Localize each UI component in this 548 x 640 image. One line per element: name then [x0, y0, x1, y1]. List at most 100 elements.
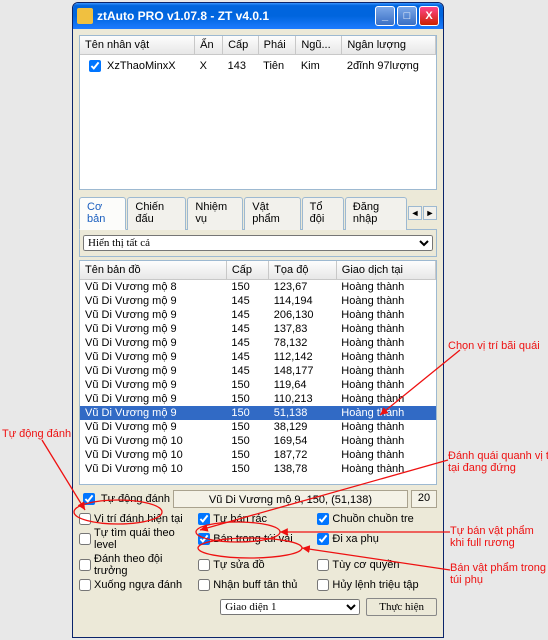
cell: Hoàng thành: [336, 392, 435, 406]
character-row[interactable]: XzThaoMinxXX143TiênKim2đĩnh 97lượng: [80, 55, 436, 78]
layout-select[interactable]: Giao diện 1: [220, 599, 360, 615]
option-checkbox[interactable]: Đi xa phụ: [317, 526, 436, 552]
cell: Vũ Di Vương mộ 9: [80, 392, 226, 406]
character-checkbox[interactable]: [89, 60, 101, 72]
minimize-button[interactable]: _: [375, 6, 395, 26]
tab-nhiệm-vụ[interactable]: Nhiệm vụ: [187, 197, 243, 230]
map-row[interactable]: Vũ Di Vương mộ 915051,138Hoàng thành: [80, 406, 436, 420]
cell: Vũ Di Vương mộ 9: [80, 336, 226, 350]
map-grid[interactable]: Tên bản đồCấpTọa độGiao dịch tại Vũ Di V…: [79, 260, 437, 485]
cell: Vũ Di Vương mộ 8: [80, 280, 226, 295]
column-header[interactable]: Tọa độ: [269, 261, 337, 280]
option-checkbox[interactable]: Chuồn chuồn tre: [317, 512, 436, 526]
map-row[interactable]: Vũ Di Vương mộ 9150119,64Hoàng thành: [80, 378, 436, 392]
cell: 145: [226, 364, 268, 378]
tab-scroll-arrow[interactable]: ◄: [408, 206, 422, 220]
titlebar[interactable]: ztAuto PRO v1.07.8 - ZT v4.0.1 _ □ X: [73, 3, 443, 29]
map-row[interactable]: Vũ Di Vương mộ 9145148,177Hoàng thành: [80, 364, 436, 378]
column-header[interactable]: Ẩn: [195, 36, 223, 55]
cell: 150: [226, 392, 268, 406]
column-header[interactable]: Giao dịch tại: [336, 261, 435, 280]
cell: 169,54: [269, 434, 337, 448]
tab-cơ-bản[interactable]: Cơ bản: [79, 197, 126, 230]
cell: 143: [223, 55, 259, 78]
map-row[interactable]: Vũ Di Vương mộ 10150138,78Hoàng thành: [80, 462, 436, 476]
column-header[interactable]: Phái: [258, 36, 296, 55]
option-row: Tự tìm quái theo levelBán trong túi vảiĐ…: [79, 526, 437, 552]
cell: Hoàng thành: [336, 280, 435, 295]
cell: Hoàng thành: [336, 364, 435, 378]
column-header[interactable]: Cấp: [226, 261, 268, 280]
column-header[interactable]: Ngân lượng: [342, 36, 436, 55]
map-row[interactable]: Vũ Di Vương mộ 9145206,130Hoàng thành: [80, 308, 436, 322]
option-checkbox[interactable]: Xuống ngựa đánh: [79, 578, 198, 592]
annotation-text: Chọn vị trí bãi quái: [448, 340, 540, 352]
cell: 187,72: [269, 448, 337, 462]
execute-button[interactable]: Thực hiện: [366, 598, 437, 616]
option-checkbox[interactable]: Nhận buff tân thủ: [198, 578, 317, 592]
cell: 78,132: [269, 336, 337, 350]
tab-chiến-đấu[interactable]: Chiến đấu: [127, 197, 186, 230]
cell: 138,78: [269, 462, 337, 476]
cell: Vũ Di Vương mộ 9: [80, 378, 226, 392]
column-header[interactable]: Cấp: [223, 36, 259, 55]
map-row[interactable]: Vũ Di Vương mộ 915038,129Hoàng thành: [80, 420, 436, 434]
option-checkbox[interactable]: Bán trong túi vải: [198, 526, 317, 552]
tab-scroll-arrow[interactable]: ►: [423, 206, 437, 220]
cell: Vũ Di Vương mộ 9: [80, 308, 226, 322]
cell: 114,194: [269, 294, 337, 308]
range-value: 20: [411, 490, 437, 508]
cell: 150: [226, 462, 268, 476]
annotation-text: Tự bán vật phẩm khi full rương: [450, 525, 534, 549]
cell: 150: [226, 280, 268, 295]
map-row[interactable]: Vũ Di Vương mộ 914578,132Hoàng thành: [80, 336, 436, 350]
cell: Hoàng thành: [336, 448, 435, 462]
cell: Vũ Di Vương mộ 9: [80, 364, 226, 378]
cell: 145: [226, 294, 268, 308]
cell: 2đĩnh 97lượng: [342, 55, 436, 78]
cell: 148,177: [269, 364, 337, 378]
option-row: Vị trí đánh hiện tạiTự bán rácChuồn chuồ…: [79, 512, 437, 526]
option-row: Xuống ngựa đánhNhận buff tân thủHủy lệnh…: [79, 578, 437, 592]
cell: Tiên: [258, 55, 296, 78]
option-checkbox[interactable]: Tùy cơ quyền: [317, 552, 436, 578]
cell: Hoàng thành: [336, 350, 435, 364]
tab-vật-phẩm[interactable]: Vật phẩm: [244, 197, 300, 230]
auto-fight-checkbox[interactable]: Tự động đánh: [79, 490, 170, 508]
bottom-row: Giao diện 1 Thực hiện: [79, 598, 437, 616]
map-row[interactable]: Vũ Di Vương mộ 9150110,213Hoàng thành: [80, 392, 436, 406]
option-checkbox[interactable]: Tự tìm quái theo level: [79, 526, 198, 552]
cell: 150: [226, 406, 268, 420]
tab-tổ-đội[interactable]: Tổ đội: [302, 197, 344, 230]
filter-select[interactable]: Hiển thị tất cả: [83, 235, 433, 251]
option-checkbox[interactable]: Tự sửa đồ: [198, 552, 317, 578]
column-header[interactable]: Ngũ...: [296, 36, 342, 55]
map-row[interactable]: Vũ Di Vương mộ 9145112,142Hoàng thành: [80, 350, 436, 364]
cell: Hoàng thành: [336, 462, 435, 476]
option-checkbox[interactable]: Tự bán rác: [198, 512, 317, 526]
cell: 119,64: [269, 378, 337, 392]
close-button[interactable]: X: [419, 6, 439, 26]
option-checkbox[interactable]: Vị trí đánh hiện tại: [79, 512, 198, 526]
annotation-text: Bán vật phẩm trong túi phụ: [450, 562, 546, 586]
map-row[interactable]: Vũ Di Vương mộ 8150123,67Hoàng thành: [80, 280, 436, 295]
cell: Vũ Di Vương mộ 9: [80, 322, 226, 336]
character-grid[interactable]: Tên nhân vậtẨnCấpPháiNgũ...Ngân lượng Xz…: [79, 35, 437, 190]
map-row[interactable]: Vũ Di Vương mộ 10150169,54Hoàng thành: [80, 434, 436, 448]
map-row[interactable]: Vũ Di Vương mộ 9145114,194Hoàng thành: [80, 294, 436, 308]
option-checkbox[interactable]: Hủy lệnh triệu tập: [317, 578, 436, 592]
cell: Vũ Di Vương mộ 9: [80, 350, 226, 364]
cell: Hoàng thành: [336, 322, 435, 336]
tab-đăng-nhập[interactable]: Đăng nhập: [345, 197, 407, 230]
cell: Vũ Di Vương mộ 10: [80, 462, 226, 476]
map-row[interactable]: Vũ Di Vương mộ 9145137,83Hoàng thành: [80, 322, 436, 336]
cell: X: [195, 55, 223, 78]
cell: 145: [226, 336, 268, 350]
cell: 150: [226, 434, 268, 448]
maximize-button[interactable]: □: [397, 6, 417, 26]
map-row[interactable]: Vũ Di Vương mộ 10150187,72Hoàng thành: [80, 448, 436, 462]
option-checkbox[interactable]: Đánh theo đội trưởng: [79, 552, 198, 578]
cell: Hoàng thành: [336, 434, 435, 448]
column-header[interactable]: Tên nhân vật: [80, 36, 195, 55]
column-header[interactable]: Tên bản đồ: [80, 261, 226, 280]
